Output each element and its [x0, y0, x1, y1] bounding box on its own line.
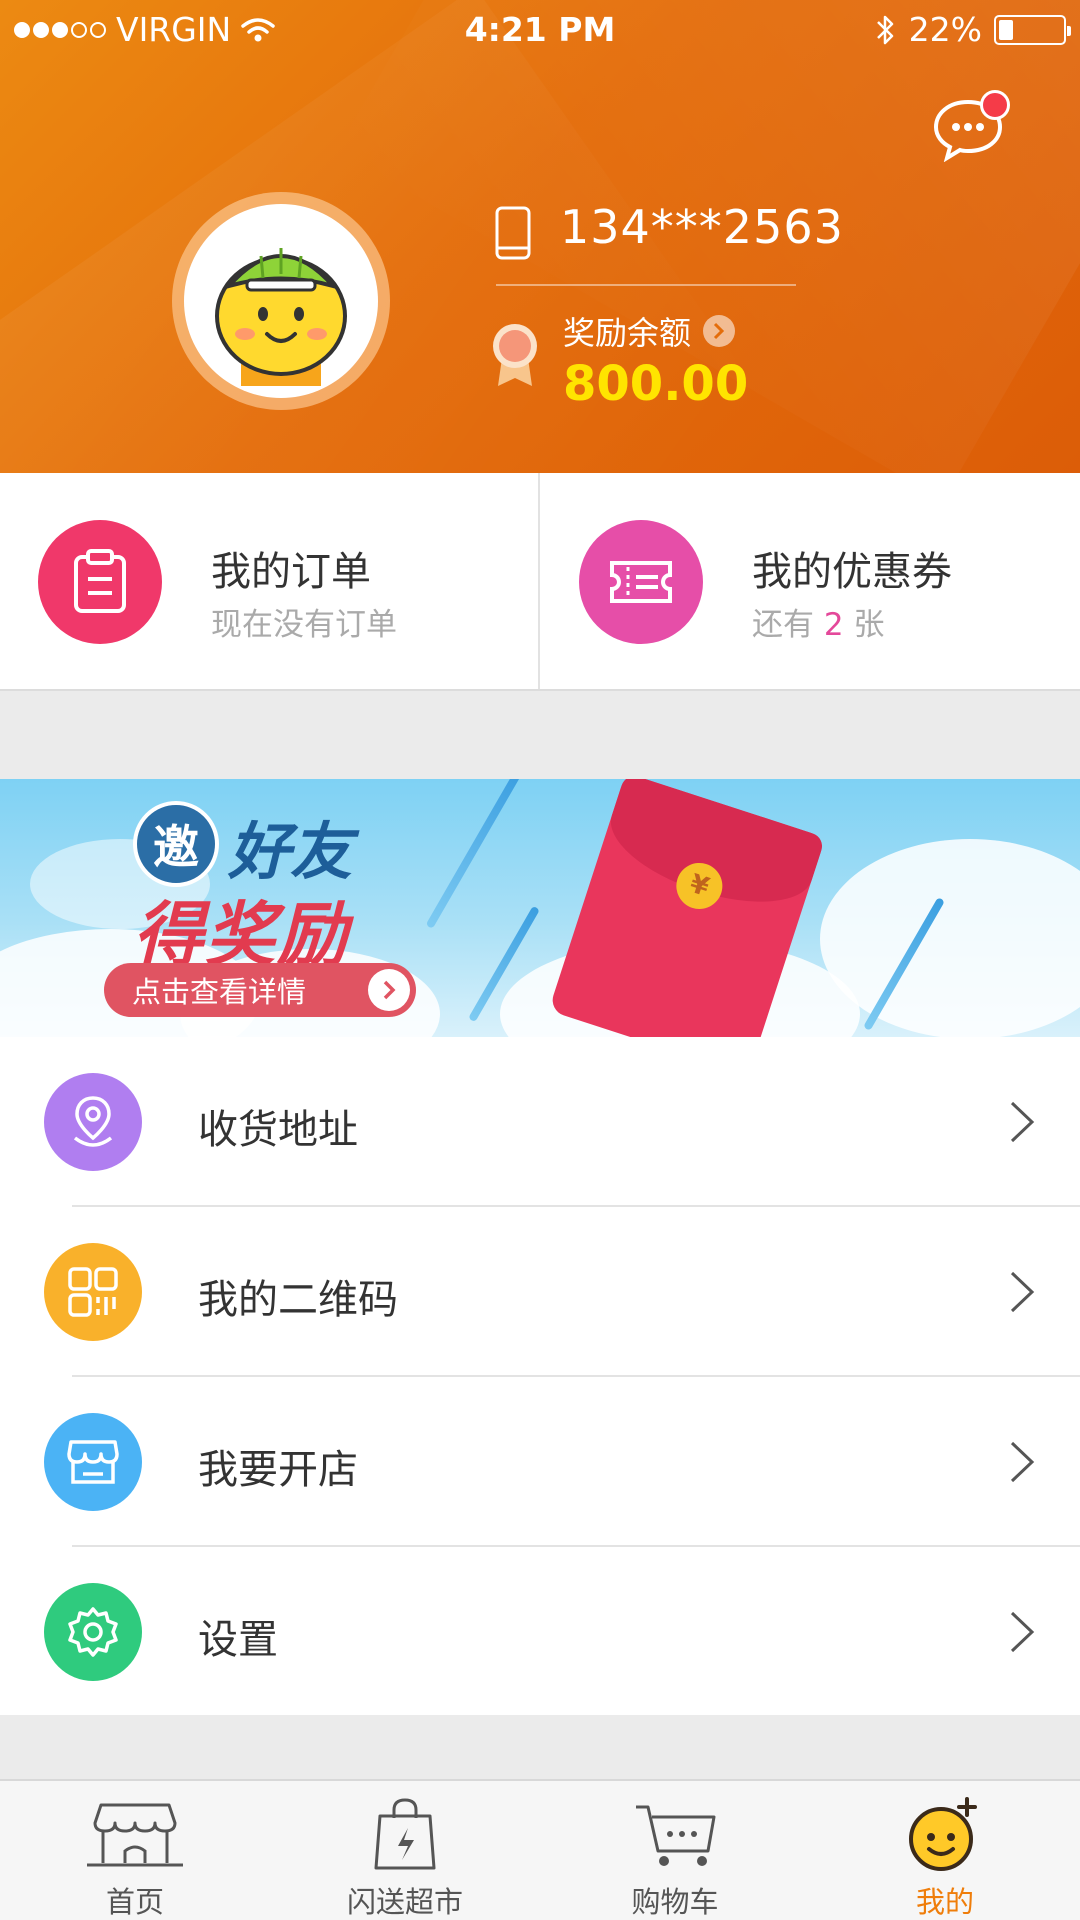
- settings-menu: 收货地址 我的二维码 我要开店 设置: [0, 1037, 1080, 1715]
- coupons-subtitle: 还有 2 张: [752, 599, 884, 644]
- invite-badge: 邀: [133, 801, 219, 887]
- menu-label: 我要开店: [198, 1447, 358, 1493]
- unread-badge: [980, 90, 1010, 120]
- ticket-icon: [579, 520, 703, 644]
- reward-label: 奖励余额: [563, 314, 692, 352]
- banner-headline: 好友: [228, 815, 353, 888]
- menu-label: 设置: [198, 1617, 278, 1663]
- reward-balance-link[interactable]: 奖励余额: [563, 308, 736, 354]
- medal-icon: [493, 324, 537, 386]
- menu-item-qr-code[interactable]: 我的二维码: [0, 1207, 1080, 1377]
- tab-home[interactable]: 首页: [0, 1781, 270, 1920]
- shopping-bag-icon: [355, 1795, 455, 1875]
- chevron-right-icon: [1010, 1441, 1035, 1483]
- tab-cart[interactable]: 购物车: [540, 1781, 810, 1920]
- coupons-prefix: 还有: [752, 607, 814, 643]
- store-icon: [44, 1413, 142, 1511]
- profile-face-icon: [895, 1795, 995, 1875]
- battery-percent: 22%: [908, 10, 982, 49]
- card-divider: [538, 473, 540, 689]
- qr-code-icon: [44, 1243, 142, 1341]
- menu-item-address[interactable]: 收货地址: [0, 1037, 1080, 1207]
- coupons-title: 我的优惠券: [752, 549, 952, 595]
- tab-label: 首页: [105, 1885, 164, 1919]
- tab-flash-market[interactable]: 闪送超市: [270, 1781, 540, 1920]
- tab-me[interactable]: 我的: [810, 1781, 1080, 1920]
- chevron-right-icon: [1010, 1611, 1035, 1653]
- my-orders-card[interactable]: 我的订单 现在没有订单: [0, 473, 539, 689]
- cart-icon: [625, 1795, 725, 1875]
- chevron-right-icon: [703, 315, 736, 347]
- chevron-right-icon: [368, 969, 410, 1011]
- header-divider: [496, 284, 796, 286]
- bluetooth-icon: [876, 15, 893, 44]
- profile-header: VIRGIN 4:21 PM 22% 134***2563 奖励余额 800.0…: [0, 0, 1080, 473]
- orders-title: 我的订单: [211, 549, 371, 595]
- chevron-right-icon: [1010, 1101, 1035, 1143]
- status-bar: VIRGIN 4:21 PM 22%: [0, 0, 1080, 60]
- menu-item-settings[interactable]: 设置: [0, 1547, 1080, 1717]
- mascot-avatar-icon: [215, 248, 347, 386]
- phone-number: 134***2563: [560, 200, 844, 254]
- menu-item-open-store[interactable]: 我要开店: [0, 1377, 1080, 1547]
- home-store-icon: [85, 1795, 185, 1875]
- avatar[interactable]: [172, 192, 390, 410]
- battery-icon: [994, 14, 1071, 45]
- my-coupons-card[interactable]: 我的优惠券 还有 2 张: [541, 473, 1080, 689]
- reward-amount: 800.00: [563, 356, 749, 412]
- banner-details-button[interactable]: 点击查看详情: [104, 963, 416, 1017]
- coupons-count: 2: [823, 607, 844, 643]
- orders-subtitle: 现在没有订单: [211, 607, 397, 643]
- tab-label: 闪送超市: [346, 1885, 463, 1919]
- chevron-right-icon: [1010, 1271, 1035, 1313]
- orders-coupons-panel: 我的订单 现在没有订单 我的优惠券 还有 2 张: [0, 473, 1080, 691]
- phone-icon: [495, 206, 531, 260]
- bottom-tab-bar: 首页 闪送超市 购物车 我的: [0, 1779, 1080, 1920]
- profile-page: VIRGIN 4:21 PM 22% 134***2563 奖励余额 800.0…: [0, 0, 1080, 1920]
- tab-label: 我的: [915, 1885, 974, 1919]
- location-pin-icon: [44, 1073, 142, 1171]
- menu-label: 收货地址: [198, 1107, 358, 1153]
- menu-label: 我的二维码: [198, 1277, 398, 1323]
- messages-button[interactable]: [930, 90, 1010, 166]
- coupons-suffix: 张: [853, 607, 885, 643]
- banner-cta-label: 点击查看详情: [132, 975, 307, 1009]
- gear-icon: [44, 1583, 142, 1681]
- invite-friends-banner[interactable]: ¥ 邀 好友 得奖励 点击查看详情: [0, 779, 1080, 1037]
- clipboard-icon: [38, 520, 162, 644]
- tab-label: 购物车: [631, 1885, 719, 1919]
